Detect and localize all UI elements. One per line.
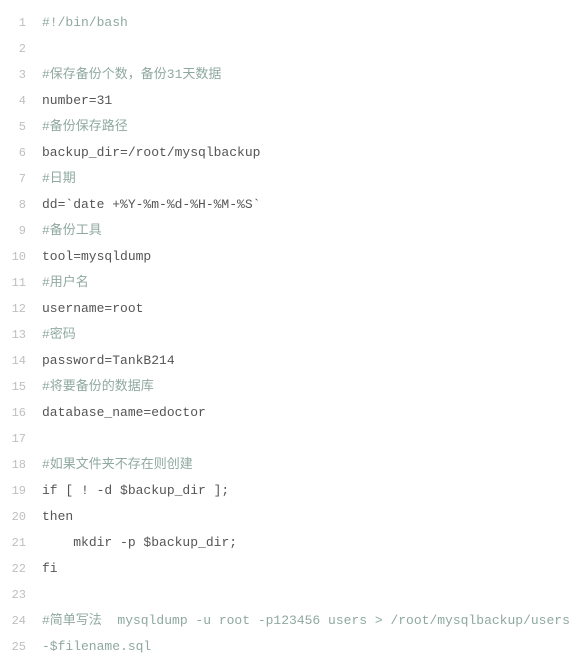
line-number: 15 — [0, 374, 34, 400]
line-number: 18 — [0, 452, 34, 478]
code-line: 3 #保存备份个数，备份31天数据 — [0, 62, 587, 88]
code-line: 14 password=TankB214 — [0, 348, 587, 374]
comment-text: #简单写法 mysqldump -u root -p123456 users >… — [42, 613, 570, 628]
code-content: dd=`date +%Y-%m-%d-%H-%M-%S` — [34, 192, 587, 218]
code-line: 10 tool=mysqldump — [0, 244, 587, 270]
code-line: 2 — [0, 36, 587, 62]
line-number: 23 — [0, 582, 34, 608]
comment-text: #备份保存路径 — [42, 119, 128, 134]
code-line: 1 #!/bin/bash — [0, 10, 587, 36]
code-content: password=TankB214 — [34, 348, 587, 374]
code-line: 12 username=root — [0, 296, 587, 322]
code-content: #密码 — [34, 322, 587, 348]
code-line: 23 — [0, 582, 587, 608]
line-number: 10 — [0, 244, 34, 270]
comment-text: #如果文件夹不存在则创建 — [42, 457, 193, 472]
code-content: #备份工具 — [34, 218, 587, 244]
code-text: if [ ! -d $backup_dir ]; — [42, 483, 229, 498]
line-number: 22 — [0, 556, 34, 582]
code-line: 5 #备份保存路径 — [0, 114, 587, 140]
code-line: 15 #将要备份的数据库 — [0, 374, 587, 400]
line-number: 21 — [0, 530, 34, 556]
code-line: 13 #密码 — [0, 322, 587, 348]
code-content: number=31 — [34, 88, 587, 114]
code-text: tool=mysqldump — [42, 249, 151, 264]
line-number: 25 — [0, 634, 34, 660]
line-number: 14 — [0, 348, 34, 374]
code-line: 25 -$filename.sql — [0, 634, 587, 660]
line-number: 17 — [0, 426, 34, 452]
comment-text: #密码 — [42, 327, 76, 342]
code-line: 7 #日期 — [0, 166, 587, 192]
code-block: 1 #!/bin/bash 23 #保存备份个数，备份31天数据 4 number=31 5… — [0, 10, 587, 660]
code-text: password=TankB214 — [42, 353, 175, 368]
code-line: 11 #用户名 — [0, 270, 587, 296]
code-line: 4 number=31 — [0, 88, 587, 114]
code-line: 18 #如果文件夹不存在则创建 — [0, 452, 587, 478]
code-content: #保存备份个数，备份31天数据 — [34, 62, 587, 88]
code-content: database_name=edoctor — [34, 400, 587, 426]
comment-text: #!/bin/bash — [42, 15, 128, 30]
code-content: backup_dir=/root/mysqlbackup — [34, 140, 587, 166]
comment-text: #备份工具 — [42, 223, 102, 238]
code-content: #如果文件夹不存在则创建 — [34, 452, 587, 478]
comment-text: #保存备份个数，备份31天数据 — [42, 67, 221, 82]
code-line: 21 mkdir -p $backup_dir; — [0, 530, 587, 556]
line-number: 8 — [0, 192, 34, 218]
code-content: #用户名 — [34, 270, 587, 296]
line-number: 4 — [0, 88, 34, 114]
code-text: backup_dir=/root/mysqlbackup — [42, 145, 260, 160]
code-content: username=root — [34, 296, 587, 322]
code-content: -$filename.sql — [34, 634, 587, 660]
code-line: 8 dd=`date +%Y-%m-%d-%H-%M-%S` — [0, 192, 587, 218]
line-number: 20 — [0, 504, 34, 530]
code-text: mkdir -p $backup_dir; — [42, 535, 237, 550]
code-text: username=root — [42, 301, 143, 316]
line-number: 9 — [0, 218, 34, 244]
code-text: number=31 — [42, 93, 112, 108]
comment-text: #将要备份的数据库 — [42, 379, 154, 394]
code-content: tool=mysqldump — [34, 244, 587, 270]
code-content: #将要备份的数据库 — [34, 374, 587, 400]
code-text: then — [42, 509, 73, 524]
code-line: 19 if [ ! -d $backup_dir ]; — [0, 478, 587, 504]
code-content: #简单写法 mysqldump -u root -p123456 users >… — [34, 608, 587, 634]
line-number: 16 — [0, 400, 34, 426]
code-content: if [ ! -d $backup_dir ]; — [34, 478, 587, 504]
line-number: 5 — [0, 114, 34, 140]
code-content: mkdir -p $backup_dir; — [34, 530, 587, 556]
line-number: 6 — [0, 140, 34, 166]
line-number: 1 — [0, 10, 34, 36]
code-content: fi — [34, 556, 587, 582]
line-number: 24 — [0, 608, 34, 634]
code-content: then — [34, 504, 587, 530]
code-content: #!/bin/bash — [34, 10, 587, 36]
line-number: 19 — [0, 478, 34, 504]
code-line: 17 — [0, 426, 587, 452]
code-content: #备份保存路径 — [34, 114, 587, 140]
code-text: fi — [42, 561, 58, 576]
code-line: 24 #简单写法 mysqldump -u root -p123456 users… — [0, 608, 587, 634]
line-number: 7 — [0, 166, 34, 192]
code-line: 16 database_name=edoctor — [0, 400, 587, 426]
code-line: 6 backup_dir=/root/mysqlbackup — [0, 140, 587, 166]
line-number: 2 — [0, 36, 34, 62]
comment-text: -$filename.sql — [42, 639, 151, 654]
line-number: 3 — [0, 62, 34, 88]
line-number: 11 — [0, 270, 34, 296]
code-line: 9 #备份工具 — [0, 218, 587, 244]
code-line: 22 fi — [0, 556, 587, 582]
line-number: 12 — [0, 296, 34, 322]
code-line: 20 then — [0, 504, 587, 530]
line-number: 13 — [0, 322, 34, 348]
code-text: dd=`date +%Y-%m-%d-%H-%M-%S` — [42, 197, 260, 212]
comment-text: #用户名 — [42, 275, 89, 290]
code-content: #日期 — [34, 166, 587, 192]
comment-text: #日期 — [42, 171, 76, 186]
code-text: database_name=edoctor — [42, 405, 206, 420]
